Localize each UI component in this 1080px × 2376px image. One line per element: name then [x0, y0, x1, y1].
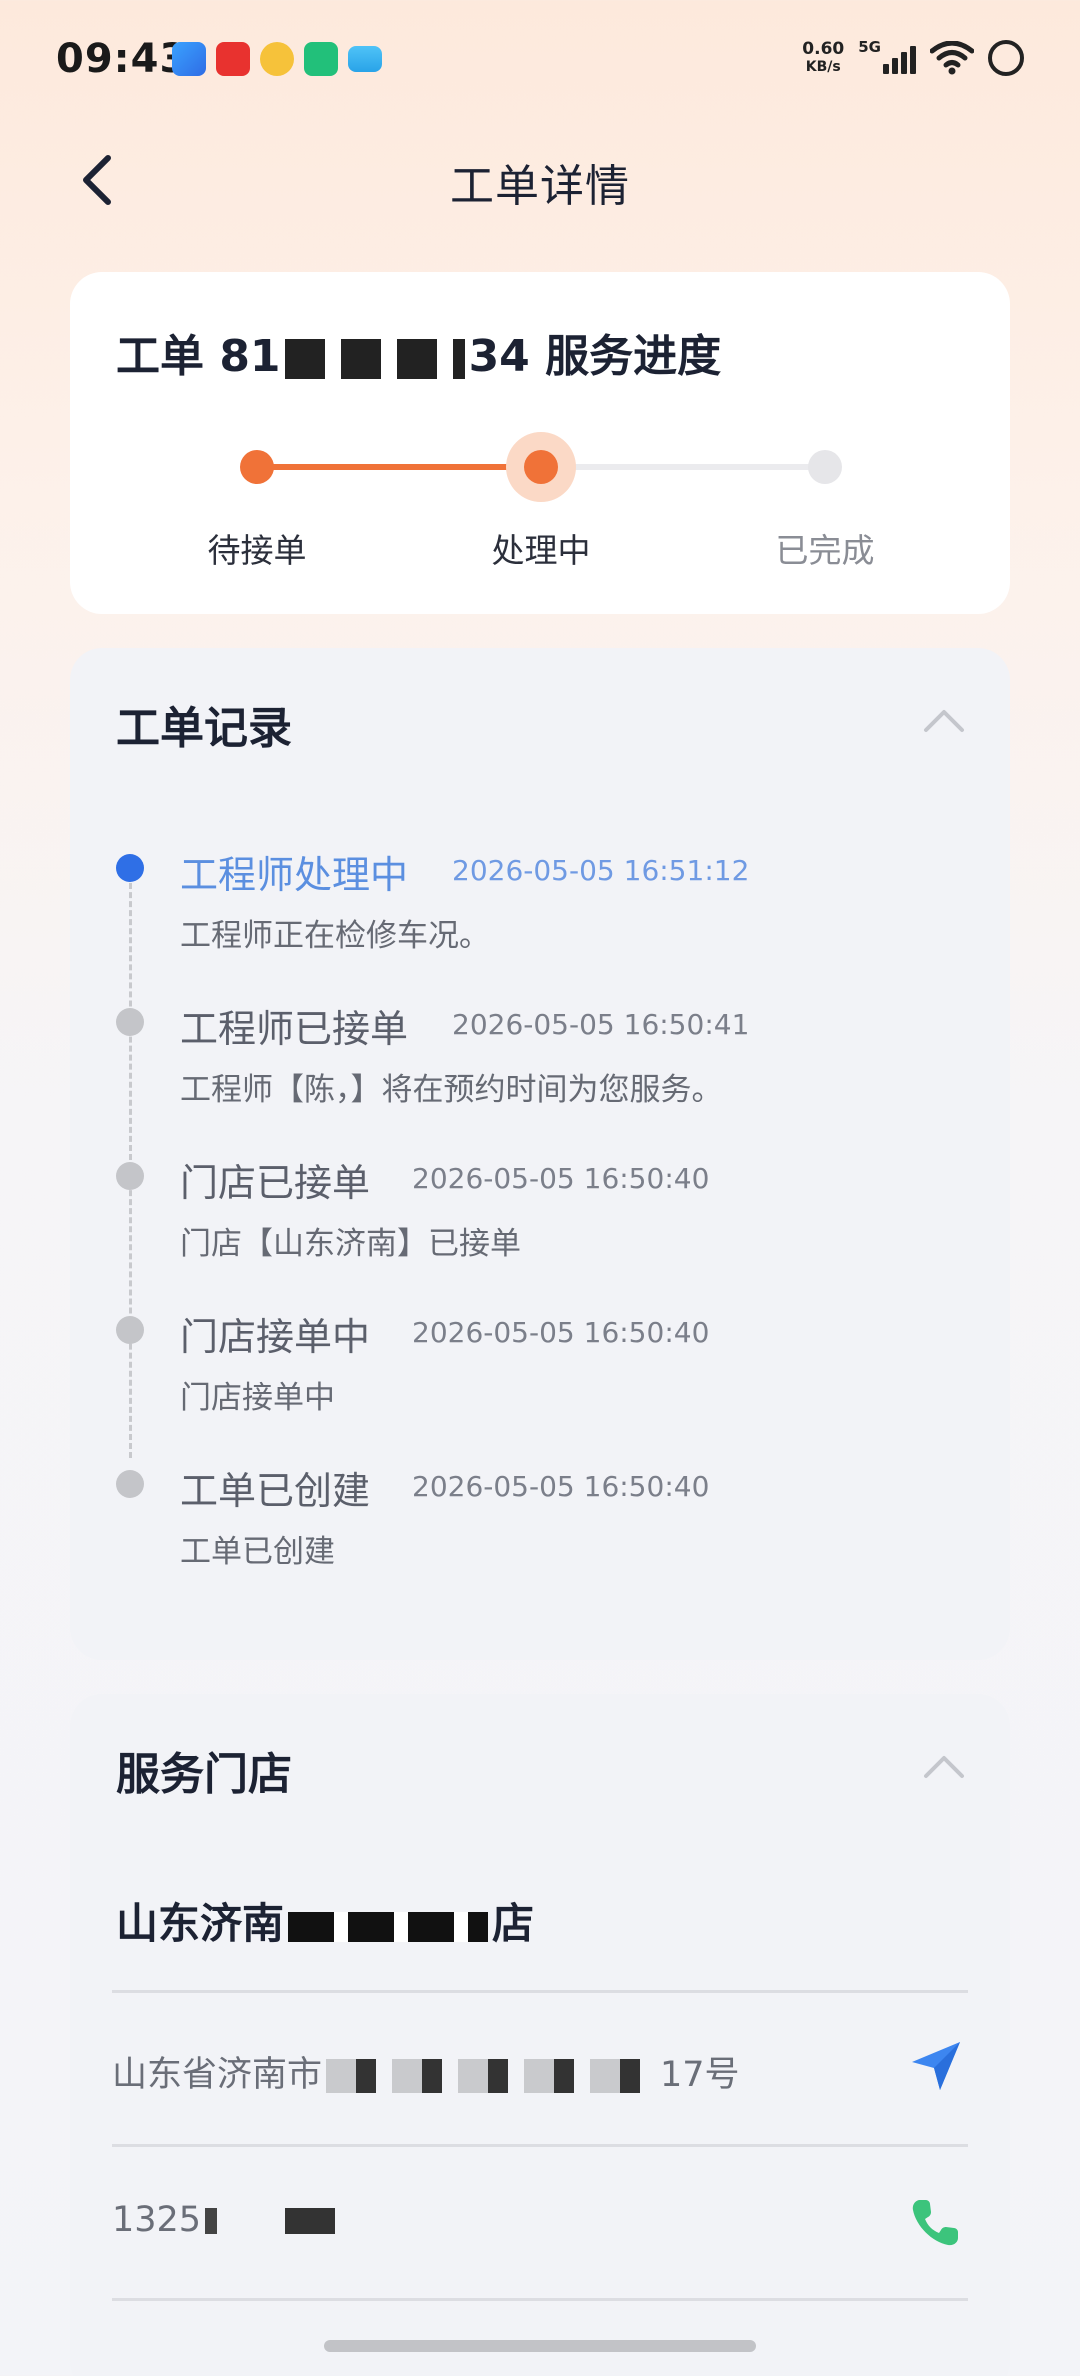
- timeline-item-time: 2026-05-05 16:51:12: [452, 854, 750, 887]
- timeline-dot: [116, 1470, 144, 1498]
- timeline-item-desc: 门店接单中: [180, 1380, 335, 1416]
- home-indicator[interactable]: [324, 2340, 756, 2352]
- progress-track-done: [258, 464, 542, 470]
- store-name-prefix: 山东济南: [116, 1899, 285, 1948]
- store-name: 山东济南 店: [116, 1890, 534, 1951]
- timeline-dot: [116, 1162, 144, 1190]
- store-address[interactable]: 山东省济南市 17号: [112, 2046, 740, 2097]
- net-speed: 0.60 KB/s: [802, 40, 844, 76]
- order-number-prefix: 工单 81: [116, 331, 281, 382]
- store-section-title: 服务门店: [116, 1749, 292, 1800]
- step-dot-completed: [808, 450, 842, 484]
- divider: [112, 2144, 968, 2147]
- records-title: 工单记录: [116, 703, 292, 754]
- order-title-suffix: 34 服务进度: [468, 331, 722, 382]
- wifi-icon: [930, 41, 974, 75]
- status-indicators: 0.60 KB/s 5G: [802, 38, 1024, 76]
- service-store-card: 服务门店 山东济南 店 山东省济南市 17号 1325: [70, 1694, 1010, 2376]
- app-notification-icon: [172, 42, 206, 76]
- timeline-item-title: 工程师处理中: [180, 853, 409, 897]
- page-title: 工单详情: [450, 161, 630, 212]
- divider: [112, 1990, 968, 1993]
- status-time: 09:43: [56, 36, 189, 82]
- timeline-item-time: 2026-05-05 16:50:40: [412, 1316, 710, 1349]
- net-speed-value: 0.60: [802, 39, 845, 59]
- step-dot-waiting: [240, 450, 274, 484]
- timeline-item-time: 2026-05-05 16:50:41: [452, 1008, 750, 1041]
- notification-icons: [172, 42, 382, 76]
- network-type: 5G: [858, 38, 881, 56]
- timeline-item-desc: 门店【山东济南】已接单: [180, 1226, 521, 1262]
- step-dot-processing: [524, 450, 558, 484]
- address-prefix: 山东省济南市: [112, 2055, 323, 2095]
- step-label-waiting: 待接单: [207, 531, 307, 570]
- redacted-store-name: [288, 1911, 489, 1942]
- timeline-item-title: 门店已接单: [180, 1161, 371, 1205]
- divider: [112, 2298, 968, 2301]
- service-progress-card: 工单 81 34 服务进度 待接单 处理中 已完成: [70, 272, 1010, 614]
- progress-track-pending: [542, 464, 824, 470]
- timeline-item-desc: 工程师【陈，】将在预约时间为您服务。: [180, 1072, 723, 1108]
- timeline-item-time: 2026-05-05 16:50:40: [412, 1470, 710, 1503]
- address-suffix: 17号: [660, 2055, 740, 2095]
- store-name-suffix: 店: [492, 1899, 535, 1948]
- timeline-item-title: 工单已创建: [180, 1469, 371, 1513]
- chevron-up-icon[interactable]: [922, 706, 966, 734]
- timeline-item-title: 门店接单中: [180, 1315, 371, 1359]
- order-records-card: 工单记录 工程师处理中 2026-05-05 16:51:12 工程师正在检修车…: [70, 648, 1010, 1660]
- timeline-dot: [116, 1008, 144, 1036]
- progress-title: 工单 81 34 服务进度: [116, 320, 721, 384]
- redacted-order-number: [284, 339, 465, 379]
- phone-icon[interactable]: [906, 2192, 966, 2252]
- timeline-item-desc: 工程师正在检修车况。: [180, 918, 490, 954]
- redacted-phone: [205, 2208, 346, 2234]
- store-phone[interactable]: 1325: [112, 2200, 349, 2240]
- timeline-item-time: 2026-05-05 16:50:40: [412, 1162, 710, 1195]
- app-notification-icon: [348, 46, 382, 72]
- navigation-arrow-icon[interactable]: [906, 2036, 966, 2096]
- chevron-up-icon[interactable]: [922, 1752, 966, 1780]
- timeline-dot: [116, 1316, 144, 1344]
- app-notification-icon: [304, 42, 338, 76]
- redacted-address: [326, 2059, 657, 2093]
- net-speed-unit: KB/s: [805, 59, 841, 75]
- step-label-processing: 处理中: [491, 531, 591, 570]
- status-bar: 09:43 0.60 KB/s 5G: [0, 0, 1080, 120]
- app-notification-icon: [216, 42, 250, 76]
- timeline-item-desc: 工单已创建: [180, 1534, 335, 1570]
- signal-icon: [883, 42, 916, 74]
- timeline-dot-active: [116, 854, 144, 882]
- timeline-item-title: 工程师已接单: [180, 1007, 409, 1051]
- status-circle-icon: [988, 40, 1024, 76]
- step-label-completed: 已完成: [775, 531, 875, 570]
- phone-prefix: 1325: [112, 2200, 202, 2240]
- weibo-icon: [260, 42, 294, 76]
